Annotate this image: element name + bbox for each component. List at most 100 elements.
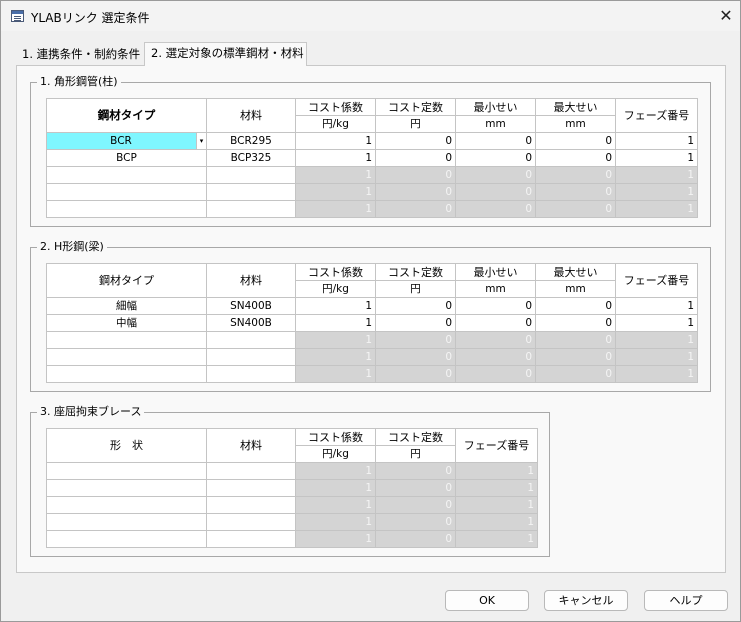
- help-button[interactable]: ヘルプ: [644, 590, 728, 611]
- material-cell[interactable]: [206, 348, 296, 366]
- table-row[interactable]: 1 0 1: [46, 530, 538, 548]
- max-height-cell[interactable]: 0: [535, 149, 616, 167]
- table-row[interactable]: BCR ▾ BCR295 1 0 0 0 1: [46, 132, 698, 150]
- steel-type-cell[interactable]: [46, 166, 207, 184]
- cost-coef-cell[interactable]: 1: [295, 314, 376, 332]
- material-cell[interactable]: [206, 462, 296, 480]
- max-height-cell[interactable]: 0: [535, 314, 616, 332]
- table-row[interactable]: 1 0 0 0 1: [46, 166, 698, 184]
- close-icon[interactable]: ✕: [713, 5, 739, 27]
- ok-button[interactable]: OK: [445, 590, 529, 611]
- cost-coef-cell[interactable]: 1: [295, 297, 376, 315]
- material-cell[interactable]: [206, 166, 296, 184]
- grid-h-beam: 鋼材タイプ 材料 コスト係数 コスト定数 最小せい 最大せい フェーズ番号 円/…: [46, 263, 698, 383]
- table-row[interactable]: 1 0 0 0 1: [46, 331, 698, 349]
- steel-type-cell[interactable]: [46, 348, 207, 366]
- phase-cell[interactable]: 1: [615, 297, 698, 315]
- phase-cell[interactable]: 1: [615, 149, 698, 167]
- header-max-height[interactable]: 最大せい: [535, 263, 616, 281]
- material-cell[interactable]: [206, 365, 296, 383]
- material-cell[interactable]: [206, 530, 296, 548]
- cancel-button[interactable]: キャンセル: [544, 590, 628, 611]
- header-cost-const[interactable]: コスト定数: [375, 263, 456, 281]
- table-row[interactable]: 1 0 1: [46, 462, 538, 480]
- cost-const-cell[interactable]: 0: [375, 149, 456, 167]
- unit-min-height: mm: [455, 280, 536, 298]
- material-cell[interactable]: SN400B: [206, 297, 296, 315]
- table-row[interactable]: 中幅 SN400B 1 0 0 0 1: [46, 314, 698, 332]
- shape-cell[interactable]: [46, 496, 207, 514]
- table-row[interactable]: 1 0 1: [46, 496, 538, 514]
- material-cell[interactable]: [206, 479, 296, 497]
- table-row[interactable]: 細幅 SN400B 1 0 0 0 1: [46, 297, 698, 315]
- header-phase[interactable]: フェーズ番号: [455, 428, 538, 463]
- table-row[interactable]: BCP BCP325 1 0 0 0 1: [46, 149, 698, 167]
- table-row[interactable]: 1 0 0 0 1: [46, 183, 698, 201]
- shape-cell[interactable]: [46, 513, 207, 531]
- dropdown-arrow-icon[interactable]: ▾: [196, 133, 206, 149]
- phase-cell[interactable]: 1: [615, 132, 698, 150]
- max-height-cell[interactable]: 0: [535, 132, 616, 150]
- material-cell[interactable]: [206, 496, 296, 514]
- min-height-cell[interactable]: 0: [455, 314, 536, 332]
- steel-type-cell[interactable]: 中幅: [46, 314, 207, 332]
- group-title: 2. H形鋼(梁): [37, 240, 107, 254]
- max-height-cell[interactable]: 0: [535, 297, 616, 315]
- header-cost-coef[interactable]: コスト係数: [295, 428, 376, 446]
- cost-const-cell[interactable]: 0: [375, 297, 456, 315]
- header-min-height[interactable]: 最小せい: [455, 98, 536, 116]
- min-height-cell[interactable]: 0: [455, 149, 536, 167]
- header-material[interactable]: 材料: [206, 263, 296, 298]
- cost-coef-cell[interactable]: 1: [295, 132, 376, 150]
- material-cell[interactable]: BCR295: [206, 132, 296, 150]
- header-min-height[interactable]: 最小せい: [455, 263, 536, 281]
- max-height-cell: 0: [535, 365, 616, 383]
- steel-type-cell[interactable]: [46, 365, 207, 383]
- steel-type-cell[interactable]: [46, 200, 207, 218]
- header-cost-const[interactable]: コスト定数: [375, 98, 456, 116]
- header-cost-coef[interactable]: コスト係数: [295, 98, 376, 116]
- material-cell[interactable]: SN400B: [206, 314, 296, 332]
- phase-cell: 1: [615, 183, 698, 201]
- cost-const-cell[interactable]: 0: [375, 132, 456, 150]
- phase-cell[interactable]: 1: [615, 314, 698, 332]
- phase-cell: 1: [615, 365, 698, 383]
- table-row[interactable]: 1 0 1: [46, 513, 538, 531]
- table-row[interactable]: 1 0 1: [46, 479, 538, 497]
- min-height-cell[interactable]: 0: [455, 132, 536, 150]
- steel-type-cell[interactable]: 細幅: [46, 297, 207, 315]
- cost-coef-cell[interactable]: 1: [295, 149, 376, 167]
- table-row[interactable]: 1 0 0 0 1: [46, 200, 698, 218]
- shape-cell[interactable]: [46, 462, 207, 480]
- steel-type-cell[interactable]: BCP: [46, 149, 207, 167]
- header-shape[interactable]: 形 状: [46, 428, 207, 463]
- title-bar[interactable]: YLABリンク 選定条件 ✕: [1, 1, 740, 31]
- table-row[interactable]: 1 0 0 0 1: [46, 365, 698, 383]
- header-cost-coef[interactable]: コスト係数: [295, 263, 376, 281]
- material-cell[interactable]: [206, 513, 296, 531]
- tab-standard-steel-materials[interactable]: 2. 選定対象の標準鋼材・材料: [144, 42, 307, 66]
- cost-const-cell: 0: [375, 365, 456, 383]
- material-cell[interactable]: [206, 183, 296, 201]
- material-cell[interactable]: BCP325: [206, 149, 296, 167]
- material-cell[interactable]: [206, 331, 296, 349]
- header-steel-type[interactable]: 鋼材タイプ: [46, 98, 207, 133]
- header-steel-type[interactable]: 鋼材タイプ: [46, 263, 207, 298]
- material-cell[interactable]: [206, 200, 296, 218]
- header-phase[interactable]: フェーズ番号: [615, 98, 698, 133]
- steel-type-dropdown[interactable]: BCR ▾: [46, 132, 207, 150]
- header-material[interactable]: 材料: [206, 98, 296, 133]
- tab-connection-conditions[interactable]: 1. 連携条件・制約条件: [16, 44, 144, 66]
- min-height-cell[interactable]: 0: [455, 297, 536, 315]
- shape-cell[interactable]: [46, 530, 207, 548]
- header-material[interactable]: 材料: [206, 428, 296, 463]
- cost-const-cell[interactable]: 0: [375, 314, 456, 332]
- header-cost-const[interactable]: コスト定数: [375, 428, 456, 446]
- header-phase[interactable]: フェーズ番号: [615, 263, 698, 298]
- steel-type-cell[interactable]: [46, 183, 207, 201]
- table-row[interactable]: 1 0 0 0 1: [46, 348, 698, 366]
- steel-type-cell[interactable]: [46, 331, 207, 349]
- tab-panel: 1. 角形鋼管(柱) 鋼材タイプ 材料 コスト係数 コスト定数 最小せい 最大せ…: [16, 65, 726, 573]
- shape-cell[interactable]: [46, 479, 207, 497]
- header-max-height[interactable]: 最大せい: [535, 98, 616, 116]
